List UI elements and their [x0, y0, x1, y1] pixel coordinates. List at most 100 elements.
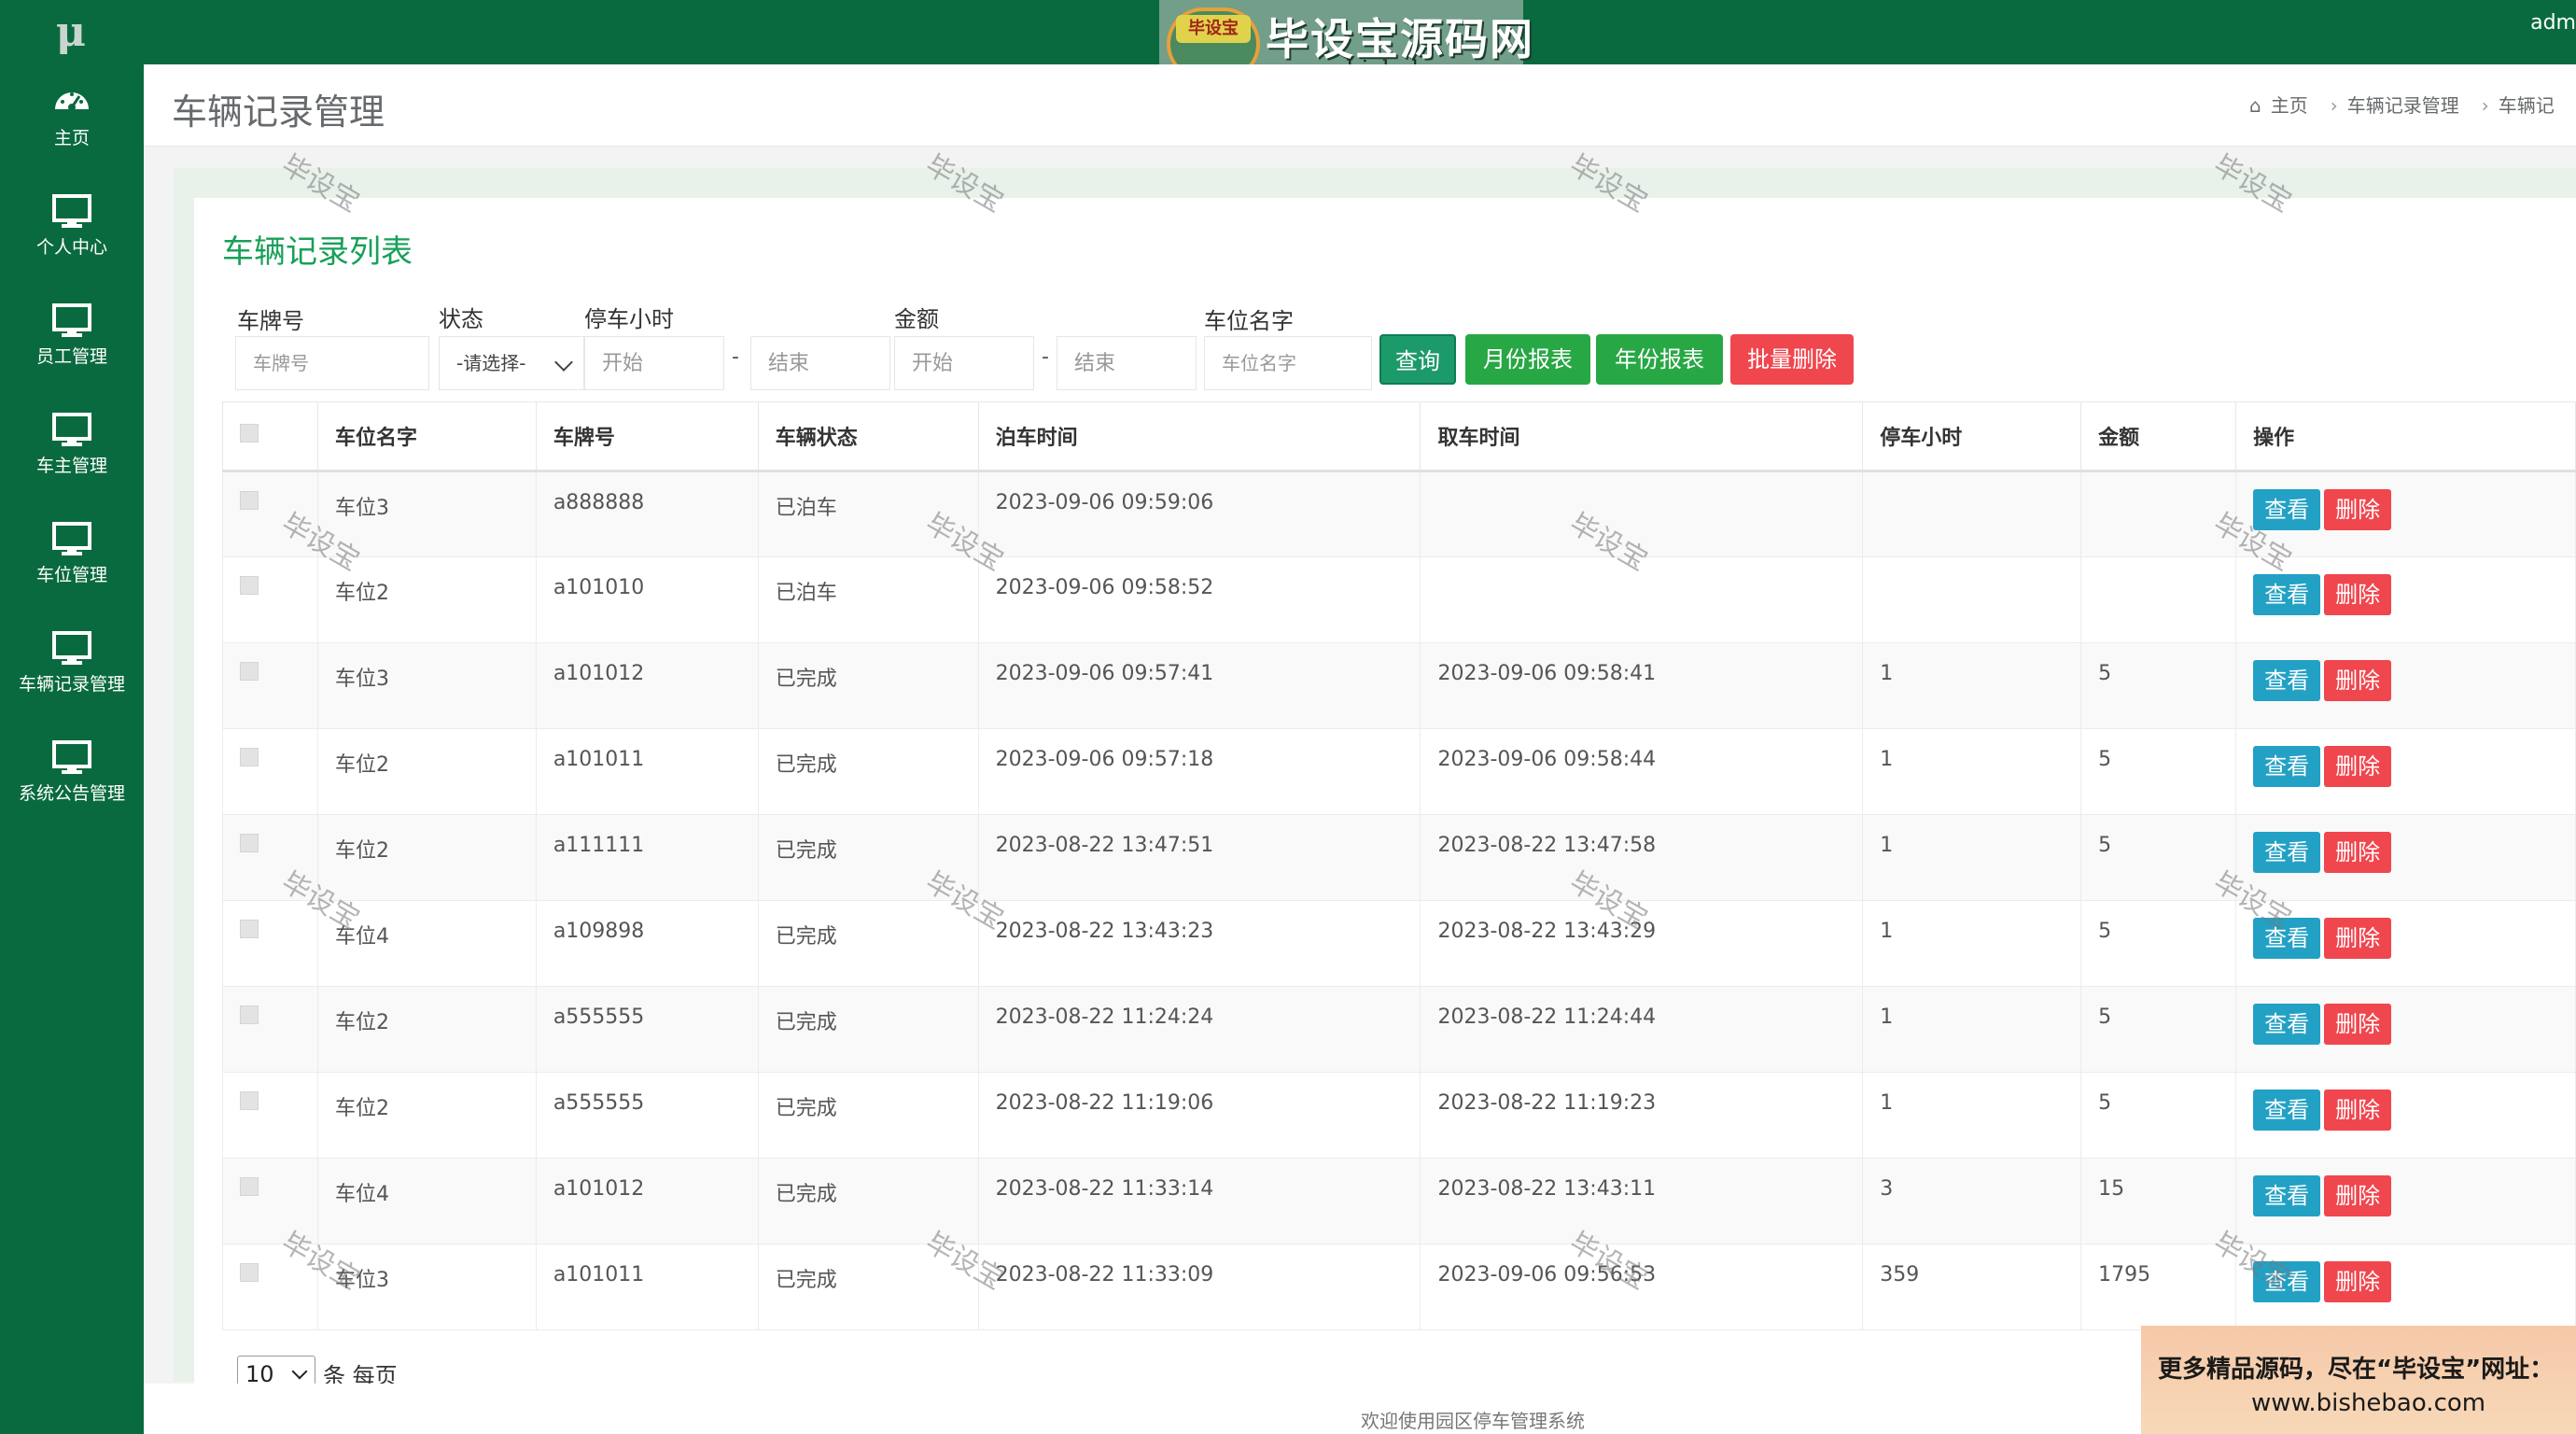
- cell-actions: 查看 删除: [2235, 1072, 2576, 1159]
- table-body: 车位3 a888888 已泊车 2023-09-06 09:59:06 查看 删除 车位2 a…: [222, 471, 2576, 1330]
- column-header[interactable]: 车牌号: [535, 401, 759, 472]
- logo[interactable]: μ: [49, 9, 93, 56]
- cell-plate: a101012: [535, 642, 759, 729]
- column-header[interactable]: 停车小时: [1862, 401, 2082, 472]
- row-checkbox[interactable]: [240, 1005, 259, 1024]
- sidebar-item-owners[interactable]: 车主管理: [0, 392, 144, 501]
- delete-button[interactable]: 删除: [2324, 832, 2392, 873]
- query-button[interactable]: 查询: [1379, 334, 1456, 385]
- cell-amount: 5: [2080, 814, 2237, 901]
- table-row: 车位3 a101011 已完成 2023-08-22 11:33:09 2023-09-…: [222, 1244, 2576, 1330]
- delete-button[interactable]: 删除: [2324, 1004, 2392, 1045]
- sidebar-item-label: 车辆记录管理: [18, 674, 125, 695]
- cell-plate: a101012: [535, 1158, 759, 1244]
- promo-banner[interactable]: 更多精品源码，尽在“毕设宝”网址： www.bishebao.com: [2141, 1326, 2576, 1434]
- cell-pickup-time: 2023-08-22 11:19:23: [1420, 1072, 1864, 1159]
- row-checkbox[interactable]: [240, 491, 259, 510]
- promo-text: 更多精品源码，尽在“毕设宝”网址：: [2158, 1356, 2555, 1384]
- sidebar-item-spots[interactable]: 车位管理: [0, 501, 144, 611]
- cell-hours: 1: [1862, 814, 2082, 901]
- table-row: 车位2 a555555 已完成 2023-08-22 11:19:06 2023-08-…: [222, 1072, 2576, 1159]
- delete-button[interactable]: 删除: [2324, 1175, 2392, 1216]
- user-menu[interactable]: adm: [2530, 11, 2576, 35]
- delete-button[interactable]: 删除: [2324, 1261, 2392, 1302]
- hours-end-input[interactable]: [750, 336, 890, 390]
- plate-input[interactable]: [235, 336, 429, 390]
- row-checkbox[interactable]: [240, 662, 259, 681]
- delete-button[interactable]: 删除: [2324, 1090, 2392, 1131]
- status-select[interactable]: -请选择-: [439, 336, 584, 390]
- row-select-cell: [222, 471, 318, 557]
- row-checkbox[interactable]: [240, 1263, 259, 1282]
- select-all-checkbox[interactable]: [240, 424, 259, 443]
- table-row: 车位4 a109898 已完成 2023-08-22 13:43:23 2023-08-…: [222, 900, 2576, 987]
- spot-input[interactable]: [1204, 336, 1372, 390]
- cell-actions: 查看 删除: [2235, 986, 2576, 1073]
- view-button[interactable]: 查看: [2253, 660, 2321, 701]
- view-button[interactable]: 查看: [2253, 489, 2321, 530]
- cell-hours: 1: [1862, 900, 2082, 987]
- cell-actions: 查看 删除: [2235, 1244, 2576, 1330]
- row-checkbox[interactable]: [240, 834, 259, 852]
- cell-amount: 5: [2080, 986, 2237, 1073]
- view-button[interactable]: 查看: [2253, 832, 2321, 873]
- sidebar-item-staff[interactable]: 员工管理: [0, 283, 144, 392]
- chevron-down-icon: [554, 353, 573, 372]
- view-button[interactable]: 查看: [2253, 746, 2321, 787]
- view-button[interactable]: 查看: [2253, 1175, 2321, 1216]
- view-button[interactable]: 查看: [2253, 1090, 2321, 1131]
- spot-label: 车位名字: [1204, 308, 1294, 334]
- cell-hours: [1862, 471, 2082, 557]
- delete-button[interactable]: 删除: [2324, 746, 2392, 787]
- breadcrumb-section[interactable]: 车辆记录管理: [2347, 94, 2459, 117]
- hours-start-input[interactable]: [584, 336, 724, 390]
- row-checkbox[interactable]: [240, 748, 259, 766]
- cell-amount: 5: [2080, 1072, 2237, 1159]
- sidebar-item-home[interactable]: 主页: [0, 64, 144, 174]
- sidebar-item-profile[interactable]: 个人中心: [0, 174, 144, 283]
- delete-button[interactable]: 删除: [2324, 918, 2392, 959]
- cell-pickup-time: 2023-09-06 09:56:53: [1420, 1244, 1864, 1330]
- sidebar: 主页 个人中心 员工管理 车主管理 车位管理 车辆记录管理 系统公告管理: [0, 64, 144, 1434]
- column-header[interactable]: 车辆状态: [757, 401, 979, 472]
- cell-amount: 15: [2080, 1158, 2237, 1244]
- yearly-report-button[interactable]: 年份报表: [1596, 334, 1723, 385]
- delete-button[interactable]: 删除: [2324, 660, 2392, 701]
- breadcrumb-home[interactable]: 主页: [2271, 94, 2308, 117]
- sidebar-item-vehicle-records[interactable]: 车辆记录管理: [0, 611, 144, 720]
- cell-spot: 车位3: [316, 642, 537, 729]
- cell-park-time: 2023-09-06 09:57:41: [977, 642, 1421, 729]
- cell-status: 已完成: [757, 900, 979, 987]
- row-checkbox[interactable]: [240, 1177, 259, 1196]
- sidebar-item-announcements[interactable]: 系统公告管理: [0, 720, 144, 829]
- row-checkbox[interactable]: [240, 1091, 259, 1110]
- amount-label: 金额: [894, 306, 939, 332]
- batch-delete-button[interactable]: 批量删除: [1730, 334, 1854, 385]
- records-table: 车位名字 车牌号 车辆状态 泊车时间 取车时间 停车小时 金额 操作 车位3 a8…: [222, 401, 2576, 1330]
- select-all-cell: [222, 401, 318, 472]
- page-title: 车辆记录管理: [172, 91, 385, 133]
- view-button[interactable]: 查看: [2253, 918, 2321, 959]
- table-row: 车位2 a555555 已完成 2023-08-22 11:24:24 2023-08-…: [222, 986, 2576, 1073]
- breadcrumb-separator-icon: ›: [2330, 94, 2338, 117]
- cell-park-time: 2023-08-22 13:43:23: [977, 900, 1421, 987]
- cell-spot: 车位2: [316, 556, 537, 643]
- column-header[interactable]: 车位名字: [316, 401, 537, 472]
- column-header[interactable]: 泊车时间: [977, 401, 1421, 472]
- cell-pickup-time: 2023-09-06 09:58:41: [1420, 642, 1864, 729]
- row-checkbox[interactable]: [240, 920, 259, 938]
- view-button[interactable]: 查看: [2253, 574, 2321, 615]
- amount-start-input[interactable]: [894, 336, 1034, 390]
- row-select-cell: [222, 642, 318, 729]
- column-header[interactable]: 取车时间: [1420, 401, 1864, 472]
- view-button[interactable]: 查看: [2253, 1004, 2321, 1045]
- monthly-report-button[interactable]: 月份报表: [1465, 334, 1590, 385]
- cell-pickup-time: 2023-08-22 13:43:29: [1420, 900, 1864, 987]
- column-header[interactable]: 金额: [2080, 401, 2237, 472]
- delete-button[interactable]: 删除: [2324, 489, 2392, 530]
- amount-end-input[interactable]: [1057, 336, 1197, 390]
- delete-button[interactable]: 删除: [2324, 574, 2392, 615]
- row-checkbox[interactable]: [240, 576, 259, 595]
- view-button[interactable]: 查看: [2253, 1261, 2321, 1302]
- table-row: 车位3 a888888 已泊车 2023-09-06 09:59:06 查看 删除: [222, 471, 2576, 557]
